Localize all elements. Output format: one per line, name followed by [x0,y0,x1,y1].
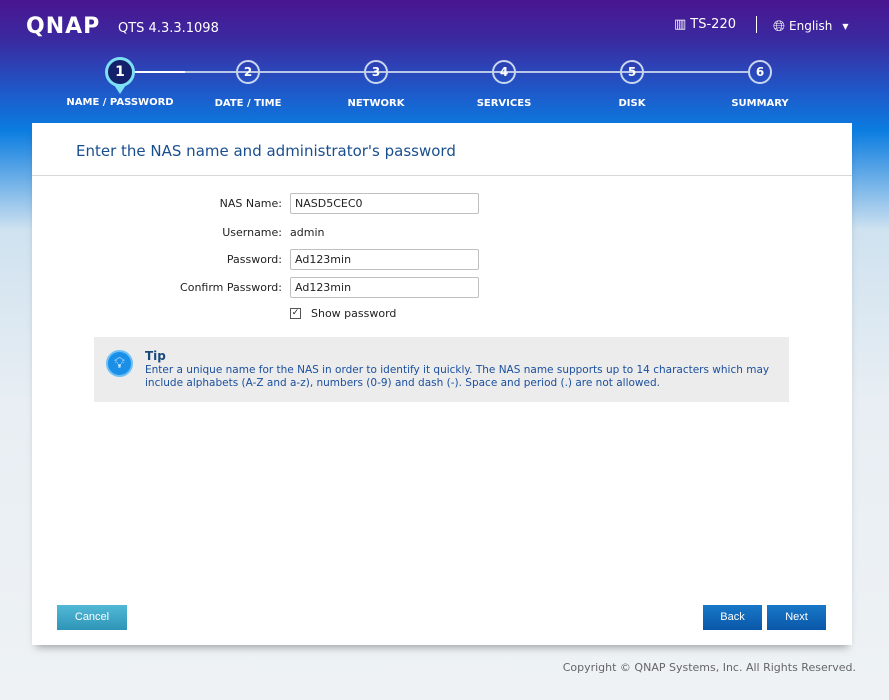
back-button[interactable]: Back [703,605,762,630]
step-2: 2 DATE / TIME [183,60,313,109]
chevron-down-icon: ▼ [842,21,849,31]
step-5: 5 DISK [567,60,697,109]
nas-name-input[interactable] [290,193,479,214]
password-input[interactable] [290,249,479,270]
confirm-password-input[interactable] [290,277,479,298]
lightbulb-icon: 💡︎ [106,350,133,377]
wizard-panel: Enter the NAS name and administrator's p… [32,123,852,645]
step-label: SUMMARY [731,98,789,109]
model: ▥ TS-220 [674,17,736,32]
cancel-button[interactable]: Cancel [57,605,127,630]
nas-device-icon: ▥ [674,17,687,32]
header: QNAP QTS 4.3.3.1098 ▥ TS-220 🌐︎ English ▼ [0,0,889,50]
divider [756,16,757,33]
nas-name-label: NAS Name: [219,197,282,210]
globe-icon: 🌐︎ [773,17,786,35]
qnap-logo: QNAP [26,14,101,39]
show-password-label: Show password [311,307,397,320]
step-3: 3 NETWORK [311,60,441,109]
step-6: 6 SUMMARY [695,60,825,109]
step-label: DISK [618,98,646,109]
confirm-password-label: Confirm Password: [180,281,282,294]
model-label: TS-220 [690,17,736,32]
step-circle: 1 [105,57,135,94]
step-circle: 6 [748,60,772,84]
step-circle: 5 [620,60,644,84]
divider [32,175,852,176]
username-label: Username: [222,226,282,239]
show-password-checkbox[interactable]: ✓ Show password [290,307,396,320]
version: QTS 4.3.3.1098 [118,21,219,36]
tip-box: 💡︎ Tip Enter a unique name for the NAS i… [94,337,789,402]
step-label: NAME / PASSWORD [66,97,174,108]
step-label: NETWORK [347,98,405,109]
page-title: Enter the NAS name and administrator's p… [76,142,456,160]
copyright: Copyright © QNAP Systems, Inc. All Right… [562,661,856,674]
step-label: DATE / TIME [214,98,282,109]
language-label: English [789,19,833,33]
language-selector[interactable]: 🌐︎ English ▼ [773,17,849,35]
step-circle: 2 [236,60,260,84]
tip-text: Enter a unique name for the NAS in order… [145,364,770,389]
step-4: 4 SERVICES [439,60,569,109]
username-value: admin [290,226,325,239]
next-button[interactable]: Next [767,605,826,630]
tip-title: Tip [145,349,166,363]
checkbox-checked-icon[interactable]: ✓ [290,308,301,319]
password-label: Password: [226,253,282,266]
step-circle: 3 [364,60,388,84]
step-circle: 4 [492,60,516,84]
step-1: 1 NAME / PASSWORD [55,57,185,108]
step-label: SERVICES [476,98,532,109]
